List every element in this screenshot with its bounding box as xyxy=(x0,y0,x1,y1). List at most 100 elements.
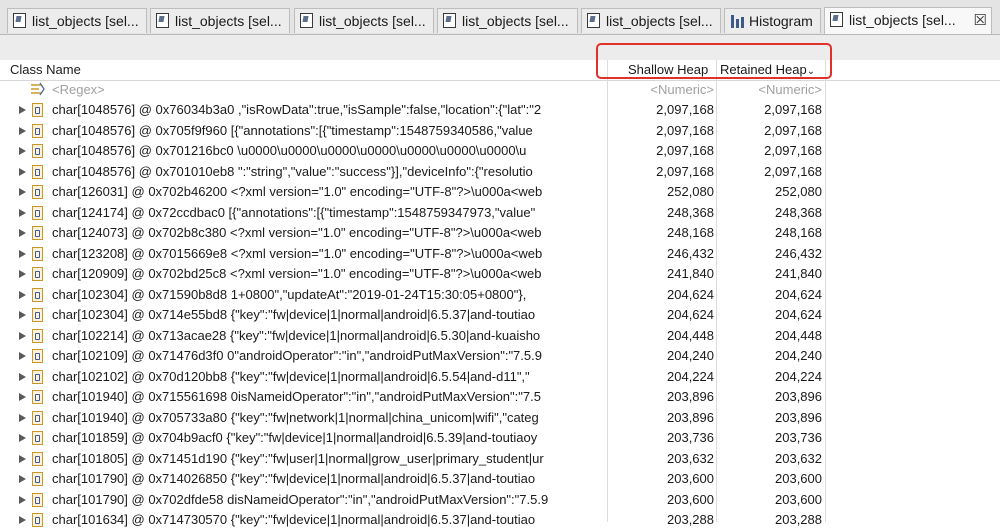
expand-arrow-icon[interactable] xyxy=(19,475,26,483)
object-name: char[123208] @ 0x7015669e8 <?xml version… xyxy=(52,245,543,261)
array-object-icon xyxy=(32,267,43,281)
shallow-heap-value: 203,632 xyxy=(667,450,714,466)
expand-arrow-icon[interactable] xyxy=(19,331,26,340)
tab-list-objects-2[interactable]: list_objects [sel... xyxy=(150,8,290,33)
table-row[interactable]: char[102102] @ 0x70d120bb8 {"key":"fw|de… xyxy=(0,367,1000,388)
retained-heap-value: 203,736 xyxy=(775,430,822,445)
retained-heap-value: 204,448 xyxy=(775,327,822,343)
table-row[interactable]: char[101940] @ 0x705733a80 {"key":"fw|ne… xyxy=(0,408,1000,429)
retained-heap-value: 204,240 xyxy=(775,348,822,363)
object-name: char[102214] @ 0x713acae28 {"key":"fw|de… xyxy=(52,327,541,343)
object-name: char[101940] @ 0x705733a80 {"key":"fw|ne… xyxy=(52,409,539,425)
histogram-icon xyxy=(731,15,745,28)
object-name: char[101859] @ 0x704b9acf0 {"key":"fw|de… xyxy=(52,430,538,445)
shallow-heap-value: 204,240 xyxy=(667,348,714,363)
tab-list-objects-3[interactable]: list_objects [sel... xyxy=(294,8,434,33)
table-row[interactable]: char[1048576] @ 0x705f9f960 [{"annotatio… xyxy=(0,121,1000,142)
shallow-heap-value: 203,600 xyxy=(667,491,714,507)
object-list-icon xyxy=(587,13,600,28)
expand-arrow-icon[interactable] xyxy=(19,188,26,196)
shallow-heap-value: 203,288 xyxy=(667,512,714,527)
array-object-icon xyxy=(32,103,43,117)
array-object-icon xyxy=(32,287,43,302)
array-object-icon xyxy=(32,164,43,179)
shallow-heap-value: 241,840 xyxy=(667,266,714,281)
table-row[interactable]: char[101940] @ 0x715561698 0isNameidOper… xyxy=(0,387,1000,408)
expand-arrow-icon[interactable] xyxy=(19,167,26,176)
expand-arrow-icon[interactable] xyxy=(19,290,26,299)
expand-arrow-icon[interactable] xyxy=(19,372,26,381)
table-row[interactable]: char[101634] @ 0x714730570 {"key":"fw|de… xyxy=(0,510,1000,531)
expand-arrow-icon[interactable] xyxy=(19,229,26,237)
table-row[interactable]: char[1048576] @ 0x76034b3a0 ,"isRowData"… xyxy=(0,100,1000,121)
object-name: char[124073] @ 0x702b8c380 <?xml version… xyxy=(52,225,542,240)
expand-arrow-icon[interactable] xyxy=(19,393,26,401)
table-row[interactable]: char[102304] @ 0x714e55bd8 {"key":"fw|de… xyxy=(0,305,1000,326)
object-name: char[101790] @ 0x714026850 {"key":"fw|de… xyxy=(52,471,536,486)
object-list-icon xyxy=(830,12,843,27)
table-row[interactable]: char[123208] @ 0x7015669e8 <?xml version… xyxy=(0,244,1000,265)
shallow-filter-input[interactable]: <Numeric> xyxy=(612,82,714,97)
object-name: char[1048576] @ 0x701010eb8 ":"string","… xyxy=(52,163,533,179)
table-row[interactable]: char[101790] @ 0x702dfde58 disNameidOper… xyxy=(0,490,1000,511)
expand-arrow-icon[interactable] xyxy=(19,249,26,258)
shallow-heap-value: 203,736 xyxy=(667,430,714,445)
tab-list-objects-1[interactable]: list_objects [sel... xyxy=(7,8,147,33)
tab-label: list_objects [sel... xyxy=(849,12,956,28)
table-row[interactable]: char[101859] @ 0x704b9acf0 {"key":"fw|de… xyxy=(0,428,1000,449)
retained-heap-value: 246,432 xyxy=(775,245,822,261)
expand-arrow-icon[interactable] xyxy=(19,413,26,422)
table-row[interactable]: char[101805] @ 0x71451d190 {"key":"fw|us… xyxy=(0,449,1000,470)
tab-label: list_objects [sel... xyxy=(462,13,569,29)
retained-heap-value: 204,624 xyxy=(775,307,822,322)
shallow-heap-value: 203,896 xyxy=(667,409,714,425)
retained-heap-value: 2,097,168 xyxy=(764,143,822,158)
shallow-heap-value: 252,080 xyxy=(667,184,714,199)
table-row[interactable]: char[102109] @ 0x71476d3f0 0"androidOper… xyxy=(0,346,1000,367)
expand-arrow-icon[interactable] xyxy=(19,106,26,114)
editor-tab-bar: list_objects [sel... list_objects [sel..… xyxy=(0,0,1000,35)
retained-heap-value: 203,600 xyxy=(775,471,822,486)
tab-list-objects-active[interactable]: list_objects [sel... ☒ xyxy=(824,7,992,34)
expand-arrow-icon[interactable] xyxy=(19,352,26,360)
object-name: char[102304] @ 0x71590b8d8 1+0800","upda… xyxy=(52,286,527,302)
expand-arrow-icon[interactable] xyxy=(19,311,26,319)
array-object-icon xyxy=(32,472,43,486)
object-list-icon xyxy=(300,13,313,28)
array-object-icon xyxy=(32,492,43,507)
expand-arrow-icon[interactable] xyxy=(19,454,26,463)
tab-list-objects-4[interactable]: list_objects [sel... xyxy=(437,8,578,33)
table-row[interactable]: char[102304] @ 0x71590b8d8 1+0800","upda… xyxy=(0,285,1000,306)
expand-arrow-icon[interactable] xyxy=(19,270,26,278)
retained-heap-value: 241,840 xyxy=(775,266,822,281)
table-row[interactable]: char[126031] @ 0x702b46200 <?xml version… xyxy=(0,182,1000,203)
shallow-heap-value: 204,224 xyxy=(667,368,714,384)
expand-arrow-icon[interactable] xyxy=(19,495,26,504)
regex-filter-input[interactable]: <Regex> xyxy=(52,82,105,97)
object-name: char[1048576] @ 0x701216bc0 \u0000\u0000… xyxy=(52,143,527,158)
expand-arrow-icon[interactable] xyxy=(19,147,26,155)
expand-arrow-icon[interactable] xyxy=(19,208,26,217)
tab-list-objects-5[interactable]: list_objects [sel... xyxy=(581,8,721,33)
table-row[interactable]: char[102214] @ 0x713acae28 {"key":"fw|de… xyxy=(0,326,1000,347)
expand-arrow-icon[interactable] xyxy=(19,516,26,524)
retained-heap-value: 248,168 xyxy=(775,225,822,240)
table-row[interactable]: char[124073] @ 0x702b8c380 <?xml version… xyxy=(0,223,1000,244)
array-object-icon xyxy=(32,205,43,220)
retained-heap-value: 252,080 xyxy=(775,184,822,199)
expand-arrow-icon[interactable] xyxy=(19,434,26,442)
expand-arrow-icon[interactable] xyxy=(19,126,26,135)
table-row[interactable]: char[124174] @ 0x72ccdbac0 [{"annotation… xyxy=(0,203,1000,224)
table-row[interactable]: char[101790] @ 0x714026850 {"key":"fw|de… xyxy=(0,469,1000,490)
retained-filter-input[interactable]: <Numeric> xyxy=(720,82,822,97)
retained-heap-value: 203,896 xyxy=(775,409,822,425)
object-name: char[1048576] @ 0x705f9f960 [{"annotatio… xyxy=(52,122,533,138)
table-row[interactable]: char[120909] @ 0x702bd25c8 <?xml version… xyxy=(0,264,1000,285)
array-object-icon xyxy=(32,410,43,425)
table-row[interactable]: char[1048576] @ 0x701216bc0 \u0000\u0000… xyxy=(0,141,1000,162)
class-name-column-header[interactable]: Class Name xyxy=(10,60,81,80)
tab-histogram[interactable]: Histogram xyxy=(724,8,821,33)
table-row[interactable]: char[1048576] @ 0x701010eb8 ":"string","… xyxy=(0,162,1000,183)
close-icon[interactable]: ☒ xyxy=(974,9,987,33)
array-object-icon xyxy=(32,369,43,384)
